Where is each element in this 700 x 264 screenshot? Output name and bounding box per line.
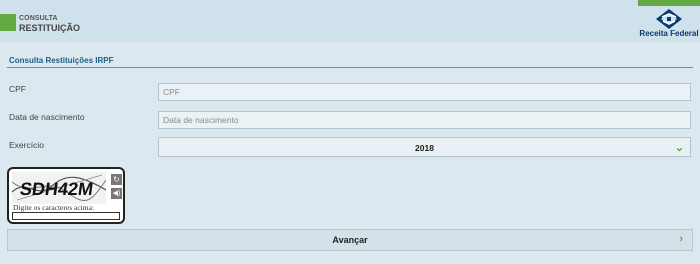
system-title: RESTITUIÇÃO <box>19 23 81 33</box>
captcha-hint: Digite os caracteres acima: <box>13 203 94 212</box>
section-divider <box>7 67 693 68</box>
receita-federal-emblem-icon <box>656 9 682 29</box>
captcha-text: SDH42M <box>19 179 95 199</box>
reload-icon[interactable]: ↻ <box>111 174 122 185</box>
captcha-answer-input[interactable] <box>12 212 120 220</box>
logo-text: Receita Federal <box>639 29 699 38</box>
audio-icon[interactable]: ◀) <box>111 188 122 199</box>
receita-federal-logo[interactable]: Receita Federal <box>638 6 700 40</box>
exercise-select[interactable]: 2018 ⌄ <box>158 137 691 157</box>
system-subtitle: CONSULTA <box>19 15 58 22</box>
birthdate-label: Data de nascimento <box>9 112 85 122</box>
exercise-selected-value: 2018 <box>415 143 434 153</box>
chevron-right-icon: › <box>679 233 683 245</box>
submit-button[interactable]: Avançar › <box>7 229 693 251</box>
chevron-down-icon: ⌄ <box>674 142 684 154</box>
app-header: CONSULTA RESTITUIÇÃO <box>0 0 700 42</box>
captcha-image: SDH42M <box>12 172 106 204</box>
section-title: Consulta Restituições IRPF <box>9 56 114 65</box>
cpf-input[interactable] <box>158 83 691 101</box>
cpf-label: CPF <box>9 84 26 94</box>
submit-button-label: Avançar <box>332 235 368 245</box>
header-accent-block <box>0 14 16 31</box>
birthdate-input[interactable] <box>158 111 691 129</box>
captcha-widget: SDH42M ↻ ◀) Digite os caracteres acima: <box>7 167 125 224</box>
exercise-label: Exercício <box>9 140 44 150</box>
